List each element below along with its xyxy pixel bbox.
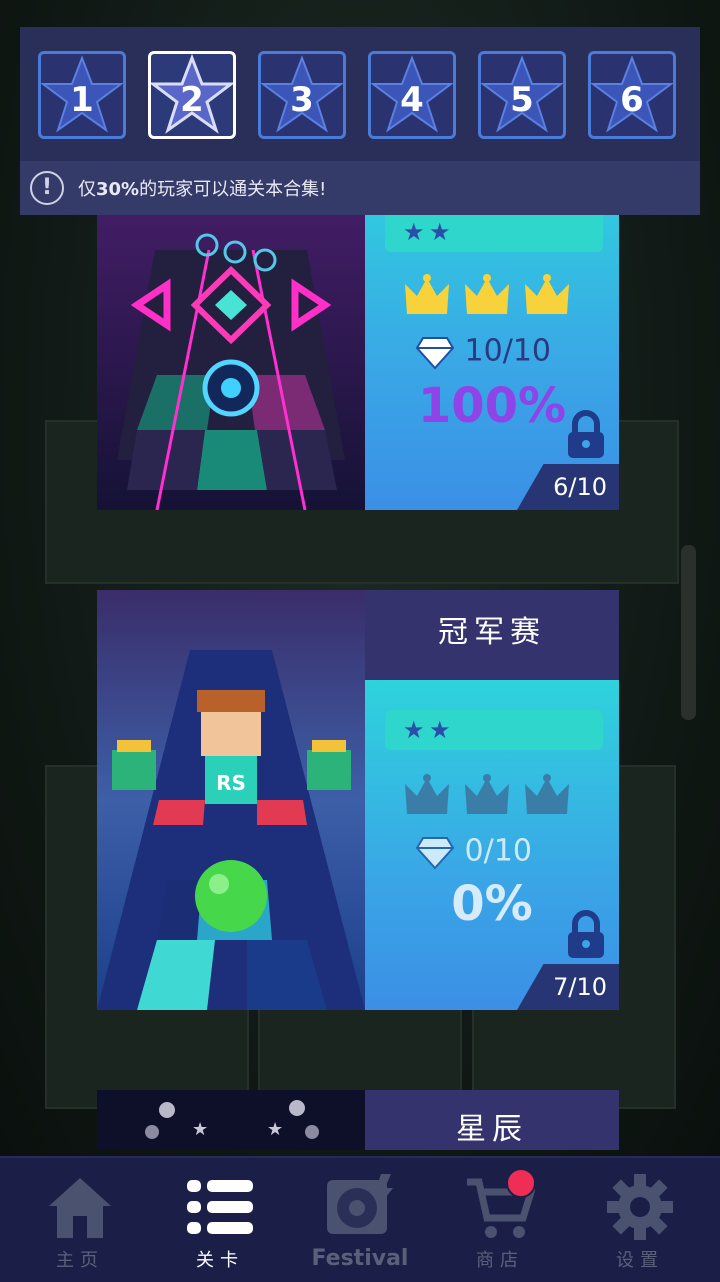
page-indicator: 6/10 xyxy=(517,464,619,510)
gear-icon xyxy=(607,1174,673,1240)
tab-3[interactable]: 3 xyxy=(258,51,346,139)
star-icon: ★ xyxy=(429,218,451,246)
svg-text:RS: RS xyxy=(216,771,246,795)
tab-4[interactable]: 4 xyxy=(368,51,456,139)
record-icon xyxy=(327,1174,393,1234)
nav-festival[interactable]: Festival xyxy=(288,1158,432,1282)
lock-icon xyxy=(568,410,604,458)
crown-icon xyxy=(525,274,569,314)
diamond-icon xyxy=(415,337,455,370)
exclamation-icon: ! xyxy=(30,171,64,205)
svg-text:★: ★ xyxy=(267,1119,283,1140)
nav-settings[interactable]: 设置 xyxy=(568,1158,712,1282)
nav-levels[interactable]: 关卡 xyxy=(148,1158,292,1282)
notice-text: 仅30%的玩家可以通关本合集! xyxy=(78,179,327,200)
gem-count: 10/10 xyxy=(464,333,552,369)
level-title: 冠军赛 xyxy=(365,590,619,680)
crown-icon xyxy=(405,774,449,814)
collection-tabs-panel: 1 2 3 4 5 6 ! 仅30%的玩家可以通关本合集! xyxy=(20,27,700,215)
svg-text:★: ★ xyxy=(192,1119,208,1140)
nav-shop[interactable]: 商店 xyxy=(428,1158,572,1282)
level-thumbnail: ★ ★ xyxy=(97,1090,365,1150)
crown-icon xyxy=(525,774,569,814)
star-icon: ★ xyxy=(403,716,425,744)
completion-notice: ! 仅30%的玩家可以通关本合集! xyxy=(20,161,700,215)
crown-icon xyxy=(405,274,449,314)
lock-icon xyxy=(568,910,604,958)
level-stats: ★ ★ 0/10 0% 7/10 xyxy=(365,680,619,1010)
level-card[interactable]: ★ ★ 星辰 xyxy=(97,1090,619,1150)
tab-1[interactable]: 1 xyxy=(38,51,126,139)
gem-counter: 10/10 xyxy=(415,332,551,372)
crown-icon xyxy=(465,774,509,814)
diamond-icon xyxy=(415,837,455,870)
tab-6[interactable]: 6 xyxy=(588,51,676,139)
star-icon: ★ xyxy=(403,218,425,246)
level-card[interactable]: RS 冠军赛 ★ ★ 0/10 0% 7/10 xyxy=(97,590,619,1010)
gem-count: 0/10 xyxy=(464,833,532,869)
tab-2[interactable]: 2 xyxy=(148,51,236,139)
nav-home[interactable]: 主页 xyxy=(8,1158,152,1282)
notification-badge xyxy=(506,1168,536,1198)
list-icon xyxy=(187,1180,253,1234)
page-indicator: 7/10 xyxy=(517,964,619,1010)
tab-5[interactable]: 5 xyxy=(478,51,566,139)
bottom-navigation: 主页 关卡 Festival 商店 设置 xyxy=(0,1156,720,1282)
home-icon xyxy=(49,1178,111,1238)
star-icon: ★ xyxy=(429,716,451,744)
crown-icon xyxy=(465,274,509,314)
level-title: 星辰 xyxy=(365,1090,619,1150)
difficulty-bar: ★ ★ xyxy=(385,710,603,750)
scrollbar-thumb[interactable] xyxy=(681,545,696,720)
level-info-panel: 星辰 xyxy=(365,1090,619,1150)
difficulty-bar: ★ ★ xyxy=(385,212,603,252)
level-thumbnail: RS xyxy=(97,590,365,1010)
level-info-panel: 冠军赛 ★ ★ 0/10 0% 7/10 xyxy=(365,590,619,1010)
gem-counter: 0/10 xyxy=(415,832,532,872)
